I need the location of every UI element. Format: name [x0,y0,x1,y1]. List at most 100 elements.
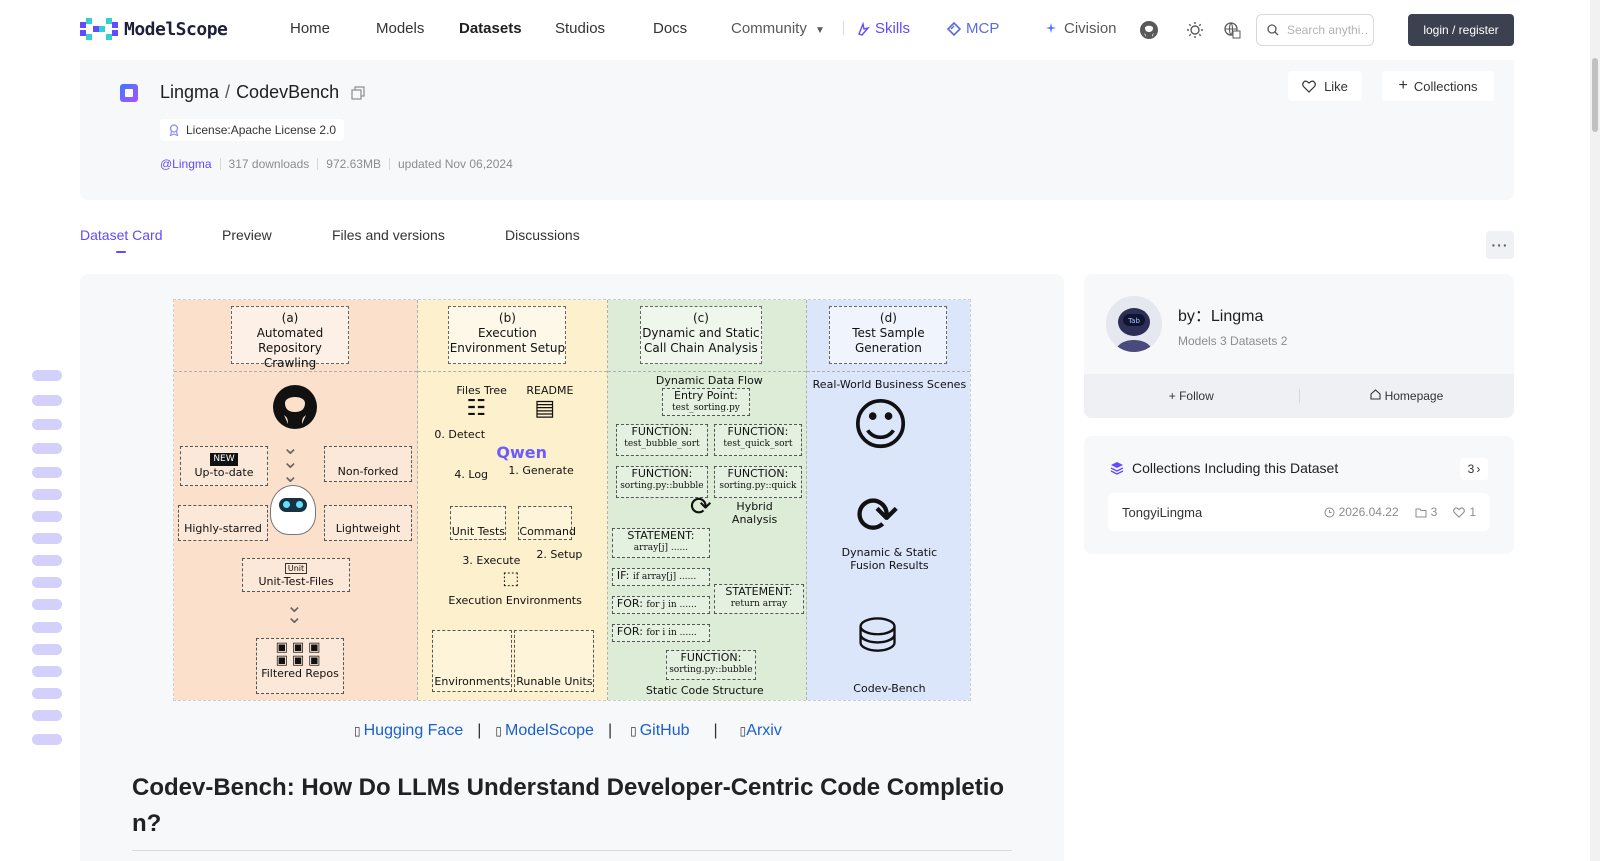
outline-item[interactable] [32,533,62,544]
outline-item[interactable] [32,443,62,454]
heart-icon [1453,506,1466,518]
modelscope-logo-icon [80,18,118,40]
collection-item-count-label: 3 [1430,505,1438,519]
meta-divider [219,158,221,170]
log-step-label: 4. Log [454,468,489,481]
arxiv-link[interactable]: Arxiv [746,722,782,740]
owner-name[interactable]: by：Lingma [1178,302,1263,326]
collections-card: Collections Including this Dataset 3 › T… [1084,436,1514,554]
theme-toggle-icon[interactable] [1183,18,1207,42]
more-options-button[interactable]: ··· [1486,231,1514,259]
layers-icon [1110,462,1124,475]
outline-item[interactable] [32,644,62,655]
for-label: FOR: [616,625,643,638]
static-code-structure-label: Static Code Structure [645,684,764,697]
page-scrollbar-thumb[interactable] [1592,58,1598,132]
huggingface-link[interactable]: Hugging Face [364,722,464,740]
copy-icon[interactable] [351,85,365,100]
figure-column-b: (b) Execution Environment Setup Files Tr… [418,300,608,700]
link-separator: | [607,722,613,739]
owner-stats: Models 3 Datasets 2 [1178,334,1288,348]
nav-datasets[interactable]: Datasets [459,20,522,37]
dataset-meta: @Lingma 317 downloads 972.63MB updated N… [160,157,513,171]
outline-item[interactable] [32,467,62,478]
nav-skills-label: Skills [875,20,911,37]
updated-date: updated Nov 06,2024 [397,157,513,171]
unit-test-files-label: Unit-Test-Files [258,575,334,588]
folder-icon [1415,508,1427,517]
owner-handle[interactable]: @Lingma [160,157,212,171]
collection-date-label: 2026.04.22 [1338,505,1399,519]
modelscope-logo[interactable]: ModelScope [80,18,228,40]
nav-mcp[interactable]: MCP [947,20,999,37]
unit-tests-box: Unit Tests [450,506,507,540]
outline-item[interactable] [32,489,62,500]
outline-item[interactable] [32,395,62,406]
chevron-down-icon: ⌄ ⌄ [286,593,303,628]
collections-button[interactable]: + Collections [1382,71,1494,101]
login-register-button[interactable]: login / register [1408,14,1514,46]
like-button[interactable]: Like [1288,71,1362,101]
top-navigation: ModelScope Home Models Datasets Studios … [0,0,1600,60]
nav-skills[interactable]: Skills [856,20,910,37]
for-code: for i in ...... [646,628,697,638]
link-separator: | [477,722,482,739]
modelscope-link[interactable]: ModelScope [505,722,594,740]
unit-test-files-box: Unit Unit-Test-Files [242,558,350,592]
new-badge: NEW [210,453,238,466]
nav-civision[interactable]: Civision [1045,20,1117,37]
header-box-d: (d) Test Sample Generation [829,306,948,364]
owner-avatar[interactable]: Tab [1106,296,1162,352]
dynamic-data-flow-label: Dynamic Data Flow [655,374,763,387]
outline-item[interactable] [32,734,62,745]
book-icon: ▤ [534,396,556,421]
plus-icon: + [1168,389,1176,403]
nav-civision-label: Civision [1064,20,1117,37]
license-icon [169,124,179,136]
homepage-button[interactable]: Homepage [1300,389,1515,403]
language-icon[interactable] [1220,18,1244,42]
collections-label: Collections [1413,78,1478,94]
home-icon [1370,389,1381,400]
collections-count-button[interactable]: 3 › [1460,458,1488,480]
mcp-icon [947,21,961,36]
statement-box: STATEMENT: array[j] ...... [611,528,710,558]
runable-units-label: Runable Units [516,675,593,688]
outline-item[interactable] [32,577,62,588]
search-icon [1267,24,1279,36]
for-box: FOR: for j in ...... [611,596,710,614]
search-input[interactable] [1287,23,1369,37]
outline-item[interactable] [32,666,62,677]
owner-card: Tab by：Lingma Models 3 Datasets 2 + Foll… [1084,274,1514,418]
dataset-owner-link[interactable]: Lingma [160,82,219,103]
tab-preview[interactable]: Preview [222,227,272,243]
github-link[interactable]: GitHub [640,722,690,740]
fusion-results-label: Dynamic & Static Fusion Results [825,546,953,572]
outline-item[interactable] [32,688,62,699]
outline-item[interactable] [32,370,62,381]
follow-button[interactable]: + Follow [1084,389,1299,403]
github-small-icon: ▯ [630,724,637,738]
tab-discussions[interactable]: Discussions [505,227,580,243]
meta-divider [388,158,390,170]
nav-home[interactable]: Home [290,20,330,37]
robot-avatar-icon: Tab [1106,296,1162,352]
outline-item[interactable] [32,710,62,721]
developer-workstation-icon: ☺ [851,393,910,458]
outline-item[interactable] [32,622,62,633]
github-icon[interactable] [1137,18,1161,42]
nav-docs[interactable]: Docs [653,20,687,37]
search-box[interactable] [1256,14,1374,46]
nav-community[interactable]: Community ▼ [731,20,825,37]
outline-item[interactable] [32,419,62,430]
outline-item[interactable] [32,555,62,566]
nav-studios[interactable]: Studios [555,20,605,37]
outline-item[interactable] [32,599,62,610]
outline-item[interactable] [32,511,62,522]
tab-dataset-card[interactable]: Dataset Card [80,227,162,243]
nav-models[interactable]: Models [376,20,424,37]
collection-list-item[interactable]: TongyiLingma 2026.04.22 3 1 [1108,493,1490,531]
tab-files-and-versions[interactable]: Files and versions [332,227,445,243]
collections-card-title: Collections Including this Dataset [1110,460,1338,476]
license-tag[interactable]: License:Apache License 2.0 [160,119,345,141]
